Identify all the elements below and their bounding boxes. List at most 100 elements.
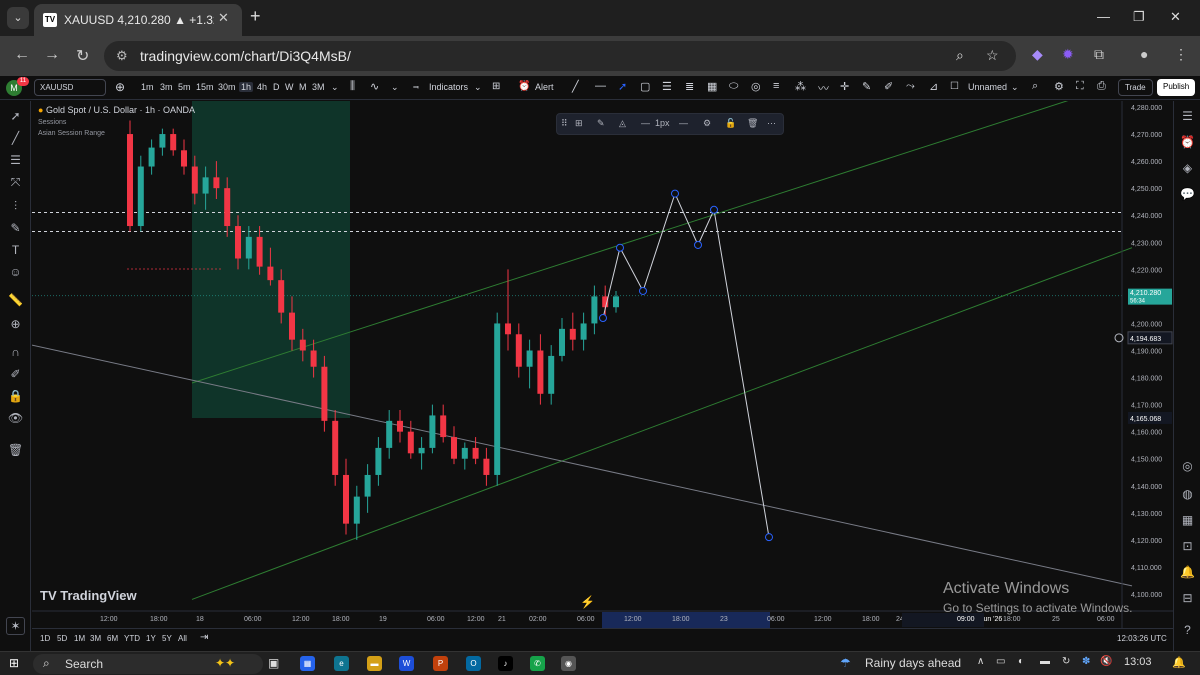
- interval-4h[interactable]: 4h: [257, 82, 267, 92]
- line-color-icon[interactable]: ✎: [597, 118, 605, 129]
- range-5d[interactable]: 5D: [57, 634, 67, 643]
- chat-icon[interactable]: 💬: [1180, 187, 1195, 202]
- fill-color-icon[interactable]: ◬: [619, 118, 626, 129]
- interval-d[interactable]: D: [273, 82, 280, 92]
- alert-button[interactable]: Alert: [535, 82, 554, 92]
- templates-icon[interactable]: ⊞: [575, 118, 583, 129]
- list-tool-icon[interactable]: ≡: [773, 80, 779, 92]
- layout-name[interactable]: Unnamed: [968, 82, 1007, 92]
- line-dash-icon[interactable]: —: [679, 118, 688, 128]
- fib-tool-icon[interactable]: ☰: [662, 80, 672, 93]
- pattern-icon[interactable]: ⤧: [8, 175, 23, 189]
- whatsapp-app-icon[interactable]: ✆: [530, 656, 545, 671]
- close-window-icon[interactable]: ✕: [1170, 9, 1181, 25]
- reload-icon[interactable]: ↻: [76, 46, 89, 66]
- crosshair-tool-icon[interactable]: ✛: [840, 80, 849, 93]
- layout-checkbox-icon[interactable]: ☐: [950, 81, 959, 92]
- store-app-icon[interactable]: ▦: [300, 656, 315, 671]
- lock-icon[interactable]: 🔒: [8, 389, 23, 403]
- outlook-app-icon[interactable]: O: [466, 656, 481, 671]
- range-1d[interactable]: 1D: [40, 634, 50, 643]
- interval-30m[interactable]: 30m: [218, 82, 236, 92]
- magnet-icon[interactable]: ∩: [8, 345, 23, 359]
- tiktok-app-icon[interactable]: ♪: [498, 656, 513, 671]
- indicators-dropdown-icon[interactable]: ⌄: [474, 82, 482, 93]
- range-ytd[interactable]: YTD: [124, 634, 140, 643]
- grid-tool-icon[interactable]: ▦: [707, 80, 717, 93]
- snapshot-icon[interactable]: ⎙: [1097, 80, 1106, 93]
- symbol-search[interactable]: XAUUSD: [34, 79, 106, 96]
- price-chart-svg[interactable]: 4,100.000 4,110.000 4,120.000 4,130.000 4,14…: [32, 101, 1173, 628]
- parallel-channel-icon[interactable]: ≣: [685, 80, 694, 93]
- alerts-clock-icon[interactable]: ⏰: [1180, 135, 1195, 150]
- utc-clock[interactable]: 12:03:26 UTC: [1117, 634, 1167, 643]
- ruler-tool-icon[interactable]: ⊿: [929, 80, 938, 93]
- back-icon[interactable]: ←: [14, 46, 30, 64]
- circle-tool-icon[interactable]: ◎: [751, 80, 761, 93]
- tray-bluetooth-icon[interactable]: ✽: [1082, 656, 1090, 667]
- powerpoint-app-icon[interactable]: P: [433, 656, 448, 671]
- dom-icon[interactable]: ⊟: [1180, 591, 1195, 606]
- battery-saver-icon[interactable]: ▭: [996, 656, 1005, 667]
- interval-w[interactable]: W: [285, 82, 294, 92]
- candle-style-icon[interactable]: ⫼: [350, 80, 355, 93]
- templates-icon[interactable]: ⊞: [492, 81, 500, 92]
- layout-dropdown-icon[interactable]: ⌄: [1011, 82, 1019, 93]
- chrome-app-icon[interactable]: ◉: [561, 656, 576, 671]
- fullscreen-icon[interactable]: ⛶: [1076, 80, 1084, 93]
- range-all[interactable]: All: [178, 634, 187, 643]
- path-tool-icon[interactable]: ⤳: [906, 80, 915, 93]
- range-1m[interactable]: 1M: [74, 634, 85, 643]
- legend-indicator-sessions[interactable]: Sessions: [38, 119, 195, 126]
- help-icon[interactable]: ?: [1180, 623, 1195, 638]
- interval-3m-months[interactable]: 3M: [312, 82, 325, 92]
- hotlist-icon[interactable]: ⊡: [1180, 539, 1195, 554]
- weather-umbrella-icon[interactable]: ☂: [840, 656, 851, 670]
- zoom-in-icon[interactable]: ⊕: [8, 317, 23, 331]
- interval-3m[interactable]: 3m: [160, 82, 173, 92]
- tab-search-menu-icon[interactable]: ⌄: [7, 7, 29, 29]
- brush-icon[interactable]: ✎: [8, 221, 23, 235]
- interval-dropdown-icon[interactable]: ⌄: [331, 82, 339, 93]
- browser-tab[interactable]: TV XAUUSD 4,210.280 ▲ +1.32% U ✕: [34, 4, 242, 36]
- new-tab-icon[interactable]: +: [250, 6, 261, 27]
- edge-app-icon[interactable]: e: [334, 656, 349, 671]
- horizontal-lines-icon[interactable]: ☰: [8, 153, 23, 167]
- taskbar-search-box[interactable]: ⌕ Search ✦✦: [33, 654, 263, 674]
- lightning-icon[interactable]: ⚡: [580, 595, 595, 609]
- trade-button[interactable]: Trade: [1118, 79, 1153, 96]
- interval-1h[interactable]: 1h: [239, 82, 254, 92]
- pen-tool-icon[interactable]: ✐: [884, 80, 893, 93]
- calendar-icon[interactable]: ▦: [1180, 513, 1195, 528]
- alert-icon[interactable]: ⏰: [518, 81, 530, 92]
- object-tree-icon[interactable]: ✶: [6, 617, 25, 635]
- text-tool-icon[interactable]: T: [8, 243, 23, 257]
- cursor-icon[interactable]: ➚: [8, 109, 23, 123]
- tray-chevron-icon[interactable]: ∧: [977, 656, 984, 667]
- cursor-tool-icon[interactable]: ➚: [618, 80, 627, 93]
- forward-icon[interactable]: →: [44, 46, 60, 64]
- watchlist-icon[interactable]: ☰: [1180, 109, 1195, 124]
- interval-1m[interactable]: 1m: [141, 82, 154, 92]
- zoom-icon[interactable]: ⌕: [956, 47, 964, 64]
- emoji-icon[interactable]: ☺: [8, 265, 23, 279]
- profile-avatar[interactable]: ●: [1140, 46, 1148, 62]
- measure-ruler-icon[interactable]: 📏: [8, 293, 23, 307]
- ideas-icon[interactable]: ◍: [1180, 487, 1195, 502]
- tray-sync-icon[interactable]: ↻: [1062, 656, 1070, 667]
- layers-icon[interactable]: ◈: [1180, 161, 1195, 176]
- chart-type-dropdown-icon[interactable]: ⌄: [391, 82, 399, 93]
- interval-m[interactable]: M: [299, 82, 307, 92]
- close-tab-icon[interactable]: ✕: [218, 10, 229, 26]
- line-width[interactable]: 1px: [655, 118, 670, 128]
- notifications-icon[interactable]: 🔔: [1172, 656, 1186, 669]
- settings-icon[interactable]: ⚙: [703, 118, 711, 129]
- goto-date-icon[interactable]: ⇥: [200, 632, 208, 643]
- extension-icon[interactable]: ◆: [1032, 46, 1043, 63]
- file-explorer-icon[interactable]: ▬: [367, 656, 382, 671]
- trash-icon[interactable]: 🗑: [8, 443, 23, 457]
- pattern-tool-icon[interactable]: ⁂: [795, 80, 806, 93]
- range-1y[interactable]: 1Y: [146, 634, 156, 643]
- delete-icon[interactable]: 🗑: [747, 118, 758, 129]
- task-view-icon[interactable]: ▣: [268, 656, 279, 670]
